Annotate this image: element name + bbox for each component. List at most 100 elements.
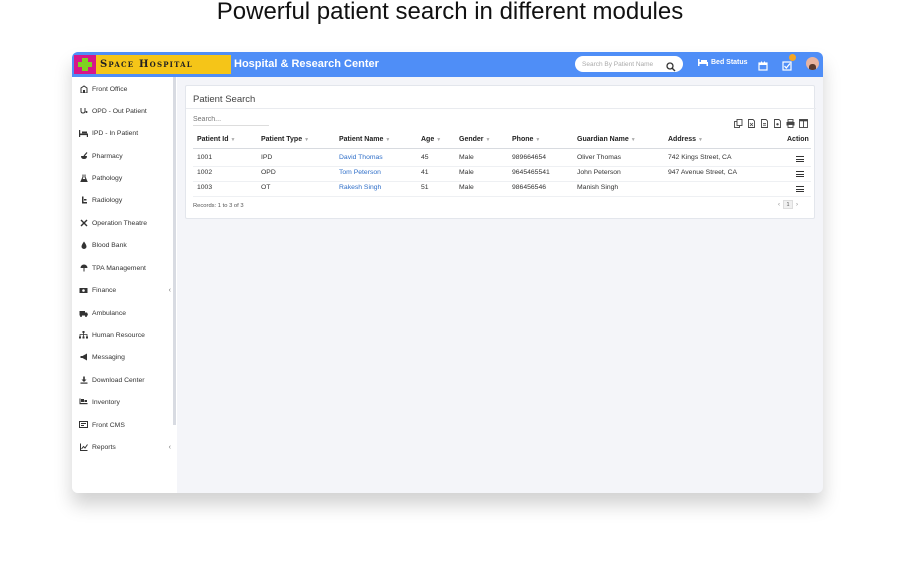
sidebar-item-label: Pathology [92,174,123,182]
cell-patient-id: 1001 [197,154,213,161]
sidebar-item-inventory[interactable]: Inventory [79,395,171,409]
column-header-phone[interactable]: Phone ▼ [512,136,540,143]
next-page-chevron-icon[interactable]: › [796,202,798,208]
cell-phone: 989664654 [512,154,547,161]
cell-phone: 9645465541 [512,169,550,176]
sidebar-item-label: Blood Bank [92,241,127,249]
sidebar-item-ambulance[interactable]: Ambulance [79,306,171,320]
sidebar-item-label: Human Resource [92,331,145,339]
scissors-icon [79,219,88,228]
sidebar-item-label: Radiology [92,196,123,204]
user-avatar[interactable] [806,57,819,70]
sidebar-item-blood-bank[interactable]: Blood Bank [79,238,171,252]
sidebar-item-download-center[interactable]: Download Center [79,373,171,387]
sidebar-item-finance[interactable]: Finance ‹ [79,283,171,297]
hospital-logo[interactable]: Space Hospital [74,55,231,74]
csv-export-icon[interactable] [760,115,769,128]
copy-icon[interactable] [734,115,743,128]
column-header-guardian-name[interactable]: Guardian Name ▼ [577,136,636,143]
column-header-patient-name[interactable]: Patient Name ▼ [339,136,390,143]
row-divider [193,181,811,182]
patient-name-link[interactable]: Tom Peterson [339,169,381,176]
column-header-label: Guardian Name [577,136,629,143]
cell-patient-type: IPD [261,154,273,161]
cell-guardian-name: John Peterson [577,169,621,176]
sidebar-item-radiology[interactable]: Radiology [79,193,171,207]
sidebar-item-label: OPD - Out Patient [92,107,147,115]
sidebar-item-opd[interactable]: OPD - Out Patient [79,104,171,118]
cell-guardian-name: Oliver Thomas [577,154,622,161]
print-icon[interactable] [786,115,795,128]
sidebar-item-label: Finance [92,286,117,294]
sidebar-item-tpa-management[interactable]: TPA Management [79,261,171,275]
building-icon [79,85,88,94]
patient-search-box [575,56,683,72]
sidebar-item-operation-theatre[interactable]: Operation Theatre [79,216,171,230]
sidebar-scrollbar[interactable] [173,77,176,425]
stethoscope-icon [79,107,88,116]
line-chart-icon [79,443,88,452]
column-header-patient-type[interactable]: Patient Type ▼ [261,136,309,143]
money-icon [79,286,88,295]
table-header-divider [193,148,811,149]
chevron-left-icon: ‹ [168,286,171,294]
top-navbar: Space Hospital Hospital & Research Cente… [72,52,823,77]
pagination: ‹ 1 › [778,200,798,209]
table-search-input[interactable] [193,116,269,126]
sidebar-item-human-resource[interactable]: Human Resource [79,328,171,342]
excel-export-icon[interactable] [747,115,756,128]
column-header-patient-id[interactable]: Patient Id ▼ [197,136,235,143]
row-divider [193,166,811,167]
cell-phone: 986456546 [512,184,547,191]
sidebar-item-front-office[interactable]: Front Office [79,82,171,96]
search-icon[interactable] [666,59,676,72]
xray-icon [79,196,88,205]
patient-name-link[interactable]: David Thomas [339,154,383,161]
sidebar-item-label: Front Office [92,85,128,93]
sidebar-item-pathology[interactable]: Pathology [79,171,171,185]
sort-icon: ▼ [304,137,310,143]
sidebar-item-messaging[interactable]: Messaging [79,350,171,364]
patient-name-link[interactable]: Rakesh Singh [339,184,381,191]
column-header-label: Patient Id [197,136,229,143]
row-action-menu-icon[interactable] [796,186,804,193]
sort-icon: ▼ [485,137,491,143]
row-action-menu-icon[interactable] [796,171,804,178]
column-header-label: Patient Type [261,136,303,143]
sidebar-item-label: Pharmacy [92,152,123,160]
calendar-icon[interactable] [758,58,770,71]
page-number-button[interactable]: 1 [783,200,793,209]
pdf-export-icon[interactable] [773,115,782,128]
records-count: Records: 1 to 3 of 3 [193,203,244,209]
sort-icon: ▼ [436,137,442,143]
column-header-action: Action [787,136,809,143]
cell-guardian-name: Manish Singh [577,184,619,191]
app-window: Space Hospital Hospital & Research Cente… [72,52,823,493]
divider [186,108,816,109]
sidebar-item-pharmacy[interactable]: Pharmacy [79,149,171,163]
ambulance-icon [79,309,88,318]
cell-gender: Male [459,184,474,191]
row-action-menu-icon[interactable] [796,156,804,163]
cell-patient-type: OPD [261,169,276,176]
column-header-label: Address [668,136,697,143]
column-header-age[interactable]: Age ▼ [421,136,441,143]
column-header-label: Patient Name [339,136,384,143]
row-divider [193,196,811,197]
bed-status-label: Bed Status [711,58,748,66]
patient-search-input[interactable] [582,60,666,68]
column-header-address[interactable]: Address ▼ [668,136,703,143]
sidebar-item-label: IPD - In Patient [92,129,139,137]
bed-status-button[interactable]: Bed Status [698,58,748,66]
bed-icon [698,59,708,66]
prev-page-chevron-icon[interactable]: ‹ [778,202,780,208]
sort-icon: ▼ [630,137,636,143]
sidebar-item-reports[interactable]: Reports ‹ [79,440,171,454]
columns-icon[interactable] [799,115,808,128]
sidebar-item-front-cms[interactable]: Front CMS [79,418,171,432]
flask-icon [79,174,88,183]
sort-icon: ▼ [385,137,391,143]
sidebar-item-ipd[interactable]: IPD - In Patient [79,126,171,140]
column-header-gender[interactable]: Gender ▼ [459,136,490,143]
cell-gender: Male [459,154,474,161]
